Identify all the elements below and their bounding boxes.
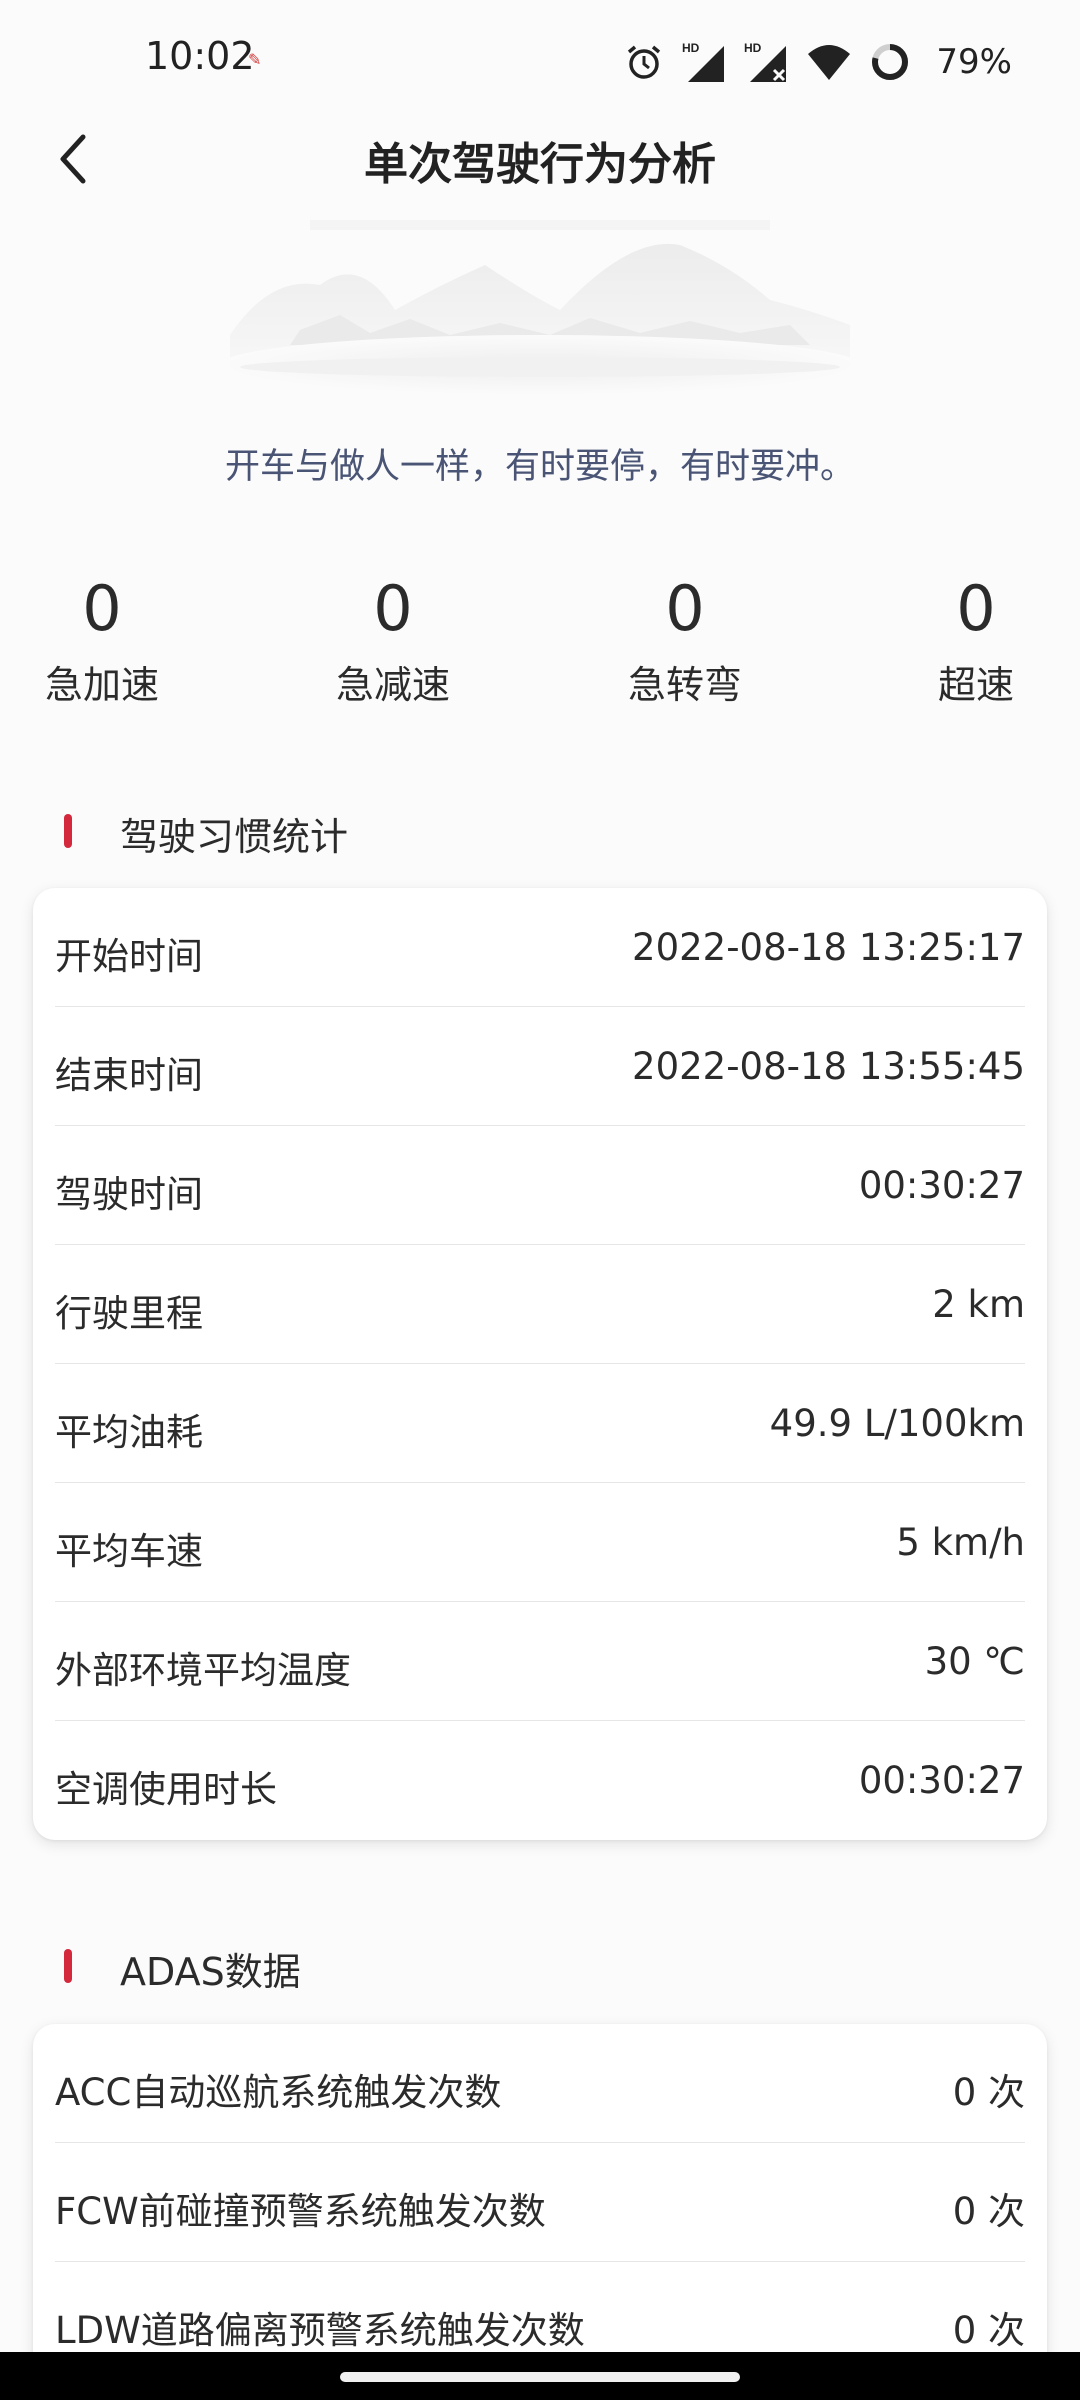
list-item: 平均车速 5 km/h: [55, 1483, 1025, 1602]
row-value: 0 次: [952, 2071, 1025, 2114]
list-item: 空调使用时长 00:30:27: [55, 1721, 1025, 1840]
status-bar: 10:02 ✎ HD HD 79%: [0, 0, 1080, 120]
alarm-icon: [628, 45, 661, 79]
hd-signal-icon: HD: [744, 41, 787, 82]
list-item: 行驶里程 2 km: [55, 1245, 1025, 1364]
row-label: 空调使用时长: [55, 1768, 277, 1811]
row-value: 2022-08-18 13:55:45: [632, 1045, 1025, 1088]
stat-value: 0: [82, 572, 122, 645]
list-item: 平均油耗 49.9 L/100km: [55, 1364, 1025, 1483]
row-label: 结束时间: [55, 1054, 203, 1097]
row-value: 2 km: [932, 1283, 1025, 1326]
section-title: ADAS数据: [120, 1950, 301, 1994]
section-accent-bar: [64, 1949, 72, 1983]
wifi-icon: [808, 45, 851, 80]
status-icons: HD HD 79%: [624, 34, 1012, 90]
battery-ring-icon: [872, 44, 909, 80]
list-item: 驾驶时间 00:30:27: [55, 1126, 1025, 1245]
section-header-habits: 驾驶习惯统计: [0, 800, 1080, 860]
list-item: 开始时间 2022-08-18 13:25:17: [55, 888, 1025, 1007]
row-label: FCW前碰撞预警系统触发次数: [55, 2190, 546, 2233]
stat-value: 0: [373, 572, 413, 645]
stat-rapid-deceleration: 0 急减速: [293, 570, 493, 709]
list-item: ACC自动巡航系统触发次数 0 次: [55, 2024, 1025, 2143]
mountain-illustration: [210, 215, 870, 415]
section-header-adas: ADAS数据: [0, 1935, 1080, 1995]
row-label: 平均车速: [55, 1530, 203, 1573]
list-item: 结束时间 2022-08-18 13:55:45: [55, 1007, 1025, 1126]
stat-value: 0: [956, 572, 996, 645]
stat-label: 急加速: [44, 663, 159, 707]
row-label: 行驶里程: [55, 1292, 203, 1335]
svg-text:HD: HD: [682, 41, 700, 55]
row-value: 0 次: [952, 2309, 1025, 2352]
stat-label: 急减速: [335, 663, 450, 707]
row-value: 2022-08-18 13:25:17: [632, 926, 1025, 969]
svg-text:HD: HD: [744, 41, 762, 55]
row-value: 00:30:27: [858, 1164, 1025, 1207]
slogan-text: 开车与做人一样，有时要停，有时要冲。: [224, 447, 855, 487]
page-title: 单次驾驶行为分析: [364, 139, 716, 190]
row-label: LDW道路偏离预警系统触发次数: [55, 2309, 585, 2352]
home-gesture-handle[interactable]: [340, 2372, 740, 2382]
list-item: 外部环境平均温度 30 ℃: [55, 1602, 1025, 1721]
stat-speeding: 0 超速: [876, 570, 1076, 709]
stat-sharp-turn: 0 急转弯: [585, 570, 785, 709]
list-item: FCW前碰撞预警系统触发次数 0 次: [55, 2143, 1025, 2262]
stat-label: 超速: [937, 663, 1014, 707]
section-accent-bar: [64, 814, 72, 848]
event-stats: 0 急加速 0 急减速 0 急转弯 0 超速: [0, 570, 1080, 730]
row-value: 30 ℃: [924, 1640, 1025, 1683]
battery-percent: 79%: [936, 42, 1012, 82]
row-value: 0 次: [952, 2190, 1025, 2233]
stat-value: 0: [665, 572, 705, 645]
app-notification-icon: ✎: [248, 50, 262, 69]
hd-signal-icon: HD: [682, 41, 725, 82]
system-nav-bar: [0, 2352, 1080, 2400]
habits-card: 开始时间 2022-08-18 13:25:17 结束时间 2022-08-18…: [33, 888, 1047, 1840]
row-label: 外部环境平均温度: [55, 1649, 351, 1692]
row-label: 驾驶时间: [55, 1173, 203, 1216]
row-value: 5 km/h: [896, 1521, 1025, 1564]
stat-label: 急转弯: [627, 663, 742, 707]
row-label: 平均油耗: [55, 1411, 203, 1454]
status-time: 10:02: [145, 34, 255, 78]
row-label: ACC自动巡航系统触发次数: [55, 2071, 502, 2114]
section-title: 驾驶习惯统计: [120, 815, 349, 859]
adas-card: ACC自动巡航系统触发次数 0 次 FCW前碰撞预警系统触发次数 0 次 LDW…: [33, 2024, 1047, 2381]
app-header: 单次驾驶行为分析: [0, 110, 1080, 200]
row-value: 49.9 L/100km: [769, 1402, 1025, 1445]
row-value: 00:30:27: [858, 1759, 1025, 1802]
row-label: 开始时间: [55, 935, 203, 978]
stat-rapid-acceleration: 0 急加速: [2, 570, 202, 709]
